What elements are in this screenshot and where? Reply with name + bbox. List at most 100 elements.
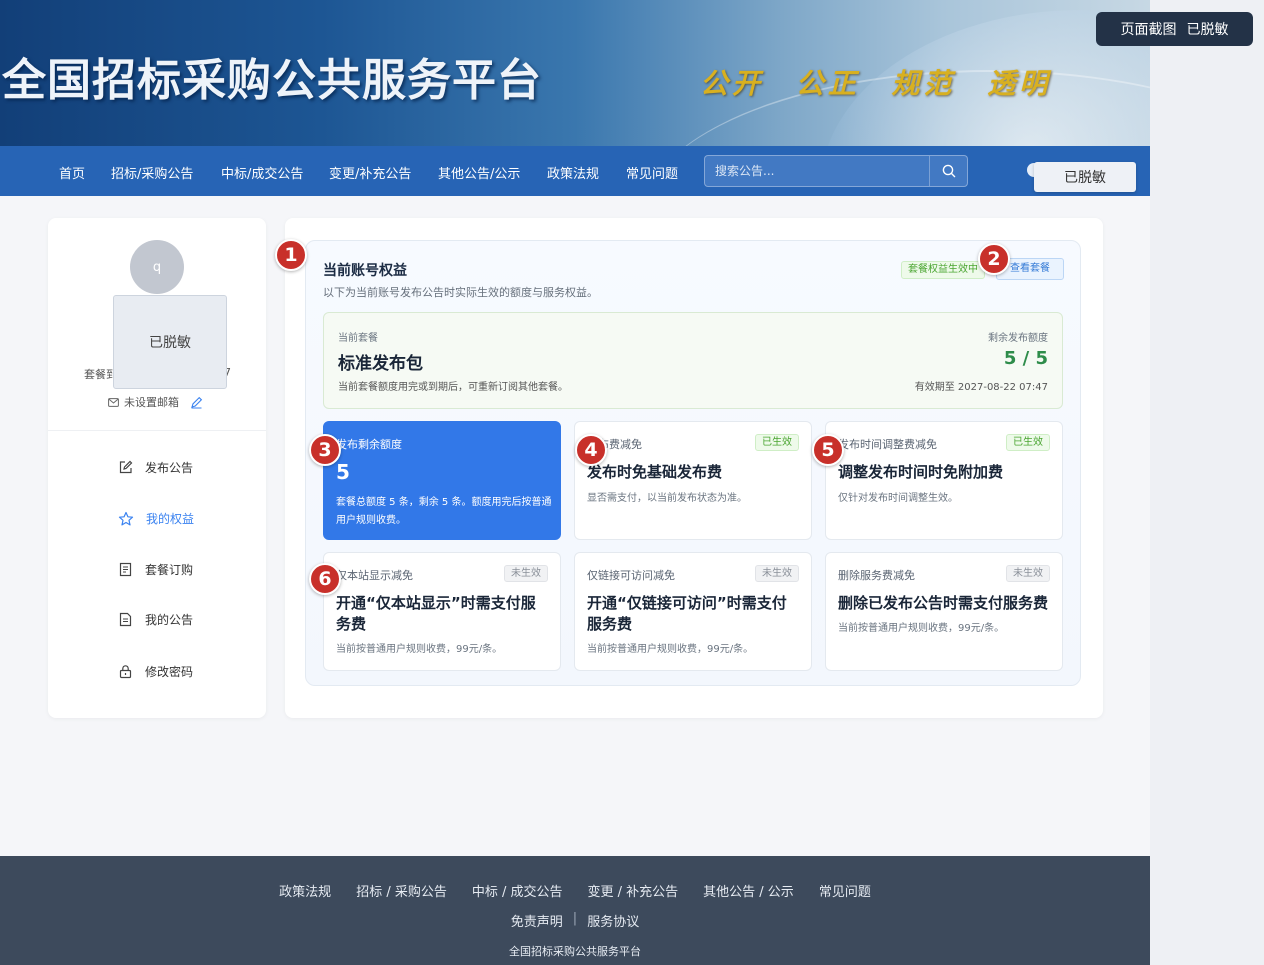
rights-card-link-only: 仅链接可访问减免 未生效 开通“仅链接可访问”时需支付服务费 当前按普通用户规则… <box>574 552 812 671</box>
quota-value: 5 / 5 <box>1003 348 1048 369</box>
search-icon <box>942 164 955 178</box>
email-text: 未设置邮箱 <box>124 396 179 409</box>
nav-item-change[interactable]: 变更/补充公告 <box>329 163 411 182</box>
footer-link-faq[interactable]: 常见问题 <box>819 881 871 900</box>
card-title: 调整发布时间时免附加费 <box>838 463 1004 481</box>
sidebar-item-label: 我的公告 <box>145 613 194 627</box>
card-note: 仅针对发布时间调整生效。 <box>838 493 958 504</box>
footer-link-change[interactable]: 变更 / 补充公告 <box>588 881 679 900</box>
nav-item-other[interactable]: 其他公告/公示 <box>438 163 520 182</box>
footer-link-disclaimer[interactable]: 免责声明 <box>511 911 563 930</box>
rights-card-site-only: 仅本站显示减免 未生效 开通“仅本站显示”时需支付服务费 当前按普通用户规则收费… <box>323 552 561 671</box>
nav-item-tender[interactable]: 招标/采购公告 <box>111 163 193 182</box>
main-panel: 当前账号权益 以下为当前账号发布公告时实际生效的额度与服务权益。 套餐权益生效中… <box>285 218 1103 718</box>
screenshot-badge-label: 页面截图 <box>1120 22 1177 38</box>
sidebar-divider <box>48 430 266 431</box>
account-rights-section: 当前账号权益 以下为当前账号发布公告时实际生效的额度与服务权益。 套餐权益生效中… <box>305 240 1081 686</box>
rights-card-delete-fee: 删除服务费减免 未生效 删除已发布公告时需支付服务费 当前按普通用户规则收费，9… <box>825 552 1063 671</box>
status-badge: 未生效 <box>504 565 548 582</box>
card-label: 仅本站显示减免 <box>336 569 413 582</box>
status-badge: 已生效 <box>1006 434 1050 451</box>
section-description: 以下为当前账号发布公告时实际生效的额度与服务权益。 <box>323 286 598 299</box>
card-title: 发布时免基础发布费 <box>587 463 723 481</box>
sidebar-item-my-announcements[interactable]: 我的公告 <box>118 611 193 628</box>
current-plan-box: 当前套餐 标准发布包 当前套餐额度用完或到期后，可重新订阅其他套餐。 剩余发布额… <box>323 312 1063 409</box>
card-value: 5 <box>336 460 350 484</box>
search-button[interactable] <box>929 156 967 186</box>
footer-link-agreement[interactable]: 服务协议 <box>587 911 639 930</box>
plan-note: 当前套餐额度用完或到期后，可重新订阅其他套餐。 <box>338 382 568 393</box>
card-label: 发布剩余额度 <box>336 438 402 451</box>
redacted-user-card: 已脱敏 <box>113 295 227 389</box>
sidebar-item-label: 套餐订购 <box>145 563 194 577</box>
annotation-marker-6: 6 <box>309 563 341 595</box>
card-title: 开通“仅链接可访问”时需支付服务费 <box>587 594 787 633</box>
status-badge: 已生效 <box>755 434 799 451</box>
sidebar-item-change-password[interactable]: 修改密码 <box>118 663 193 680</box>
avatar: q <box>130 240 184 294</box>
edit-square-icon <box>119 460 133 474</box>
sidebar: q 套餐到 7 已脱敏 未设置邮箱 发布公告 我的权益 套餐订购 我的公告 修改… <box>48 218 266 718</box>
search-box <box>704 155 968 187</box>
search-input[interactable] <box>705 156 931 186</box>
footer-link-other[interactable]: 其他公告 / 公示 <box>703 881 794 900</box>
card-note: 套餐总额度 5 条，剩余 5 条。额度用完后按普通用户规则收费。 <box>336 497 552 526</box>
document-icon <box>119 612 132 627</box>
banner-title: 全国招标采购公共服务平台 <box>2 55 542 106</box>
sidebar-item-label: 我的权益 <box>146 512 195 526</box>
footer-copyright: 全国招标采购公共服务平台 <box>509 945 641 958</box>
card-note: 当前按普通用户规则收费，99元/条。 <box>838 623 1005 634</box>
annotation-marker-3: 3 <box>309 434 341 466</box>
nav-item-faq[interactable]: 常见问题 <box>626 163 678 182</box>
footer-link-policy[interactable]: 政策法规 <box>279 881 331 900</box>
plan-label: 当前套餐 <box>338 333 378 344</box>
rights-card-time-adjust: 发布时间调整费减免 已生效 调整发布时间时免附加费 仅针对发布时间调整生效。 <box>825 421 1063 540</box>
status-badge: 套餐权益生效中 <box>901 261 985 279</box>
card-title: 删除已发布公告时需支付服务费 <box>838 594 1049 612</box>
card-title: 开通“仅本站显示”时需支付服务费 <box>336 594 536 633</box>
sidebar-item-label: 发布公告 <box>145 461 194 475</box>
edit-icon[interactable] <box>190 396 203 409</box>
main-navbar: 首页 招标/采购公告 中标/成交公告 变更/补充公告 其他公告/公示 政策法规 … <box>0 146 1150 196</box>
nav-user-badge[interactable]: 已脱敏 <box>1034 162 1136 192</box>
plan-expiry: 有效期至 2027-08-22 07:47 <box>914 382 1048 393</box>
annotation-marker-5: 5 <box>812 434 844 466</box>
footer-separator: | <box>572 911 578 926</box>
document-list-icon <box>119 562 132 577</box>
footer-legal: 免责声明 | 服务协议 <box>0 911 1150 930</box>
nav-item-award[interactable]: 中标/成交公告 <box>221 163 303 182</box>
section-title: 当前账号权益 <box>323 263 407 279</box>
sidebar-item-my-rights[interactable]: 我的权益 <box>118 510 194 527</box>
status-badge: 未生效 <box>1006 565 1050 582</box>
rights-card-publish-fee: 发布费减免 已生效 发布时免基础发布费 显否需支付，以当前发布状态为准。 <box>574 421 812 540</box>
nav-item-policy[interactable]: 政策法规 <box>547 163 599 182</box>
screenshot-badge-status: 已脱敏 <box>1186 22 1229 38</box>
banner: 全国招标采购公共服务平台 公开 公正 规范 透明 <box>0 0 1150 146</box>
sidebar-item-label: 修改密码 <box>145 665 194 679</box>
annotation-marker-2: 2 <box>978 243 1010 275</box>
banner-slogan: 公开 公正 规范 透明 <box>700 67 1052 100</box>
rights-card-remaining-quota: 发布剩余额度 5 套餐总额度 5 条，剩余 5 条。额度用完后按普通用户规则收费… <box>323 421 561 540</box>
sidebar-item-publish[interactable]: 发布公告 <box>118 459 193 476</box>
nav-item-home[interactable]: 首页 <box>59 163 85 182</box>
star-icon <box>118 511 134 525</box>
card-label: 发布时间调整费减免 <box>838 438 937 451</box>
footer-link-tender[interactable]: 招标 / 采购公告 <box>356 881 447 900</box>
card-note: 当前按普通用户规则收费，99元/条。 <box>587 644 754 655</box>
lock-icon <box>119 665 132 679</box>
email-row: 未设置邮箱 <box>108 394 203 410</box>
footer: 政策法规 招标 / 采购公告 中标 / 成交公告 变更 / 补充公告 其他公告 … <box>0 856 1150 965</box>
annotation-marker-1: 1 <box>275 239 307 271</box>
quota-label: 剩余发布额度 <box>988 333 1048 344</box>
annotation-marker-4: 4 <box>575 434 607 466</box>
card-note: 显否需支付，以当前发布状态为准。 <box>587 493 747 504</box>
footer-links: 政策法规 招标 / 采购公告 中标 / 成交公告 变更 / 补充公告 其他公告 … <box>0 881 1150 900</box>
plan-name: 标准发布包 <box>338 354 423 374</box>
footer-link-award[interactable]: 中标 / 成交公告 <box>472 881 563 900</box>
status-badge: 未生效 <box>755 565 799 582</box>
screenshot-badge: 页面截图 已脱敏 <box>1096 12 1253 46</box>
card-label: 仅链接可访问减免 <box>587 569 675 582</box>
card-note: 当前按普通用户规则收费，99元/条。 <box>336 644 503 655</box>
mail-icon <box>108 397 119 407</box>
sidebar-item-subscribe[interactable]: 套餐订购 <box>118 561 193 578</box>
